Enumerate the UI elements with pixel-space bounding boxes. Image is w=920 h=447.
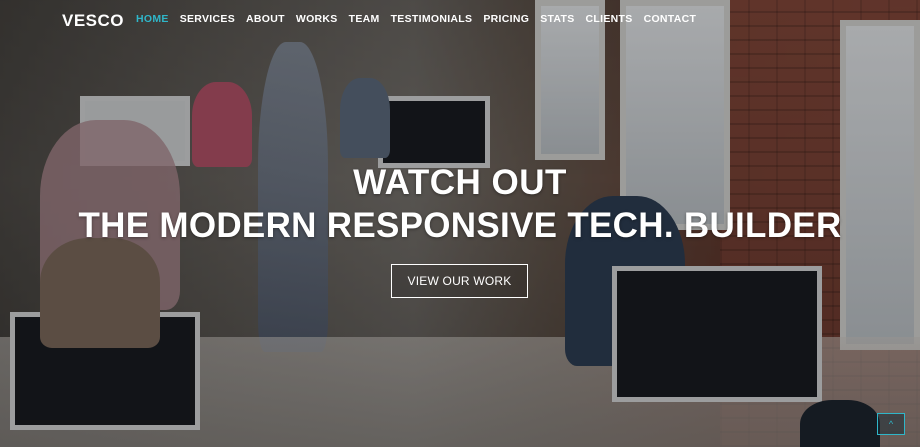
main-nav: HOME SERVICES ABOUT WORKS TEAM TESTIMONI…: [136, 13, 707, 25]
scroll-to-top-button[interactable]: ^: [877, 413, 905, 435]
nav-item-about[interactable]: ABOUT: [246, 13, 285, 25]
hero-heading-line2: THE MODERN RESPONSIVE TECH. BUILDER: [78, 206, 842, 245]
chevron-up-icon: ^: [888, 418, 894, 429]
hero-heading-line1: WATCH OUT: [353, 163, 567, 202]
nav-item-testimonials[interactable]: TESTIMONIALS: [391, 13, 473, 25]
nav-item-works[interactable]: WORKS: [296, 13, 338, 25]
nav-item-stats[interactable]: STATS: [540, 13, 574, 25]
nav-item-clients[interactable]: CLIENTS: [586, 13, 633, 25]
nav-item-contact[interactable]: CONTACT: [644, 13, 697, 25]
brand-logo[interactable]: VESCO: [62, 11, 124, 31]
view-our-work-button[interactable]: VIEW OUR WORK: [391, 264, 528, 298]
nav-item-home[interactable]: HOME: [136, 13, 169, 25]
top-navbar: VESCO HOME SERVICES ABOUT WORKS TEAM TES…: [0, 0, 920, 38]
nav-item-pricing[interactable]: PRICING: [483, 13, 529, 25]
nav-item-team[interactable]: TEAM: [349, 13, 380, 25]
nav-item-services[interactable]: SERVICES: [180, 13, 235, 25]
